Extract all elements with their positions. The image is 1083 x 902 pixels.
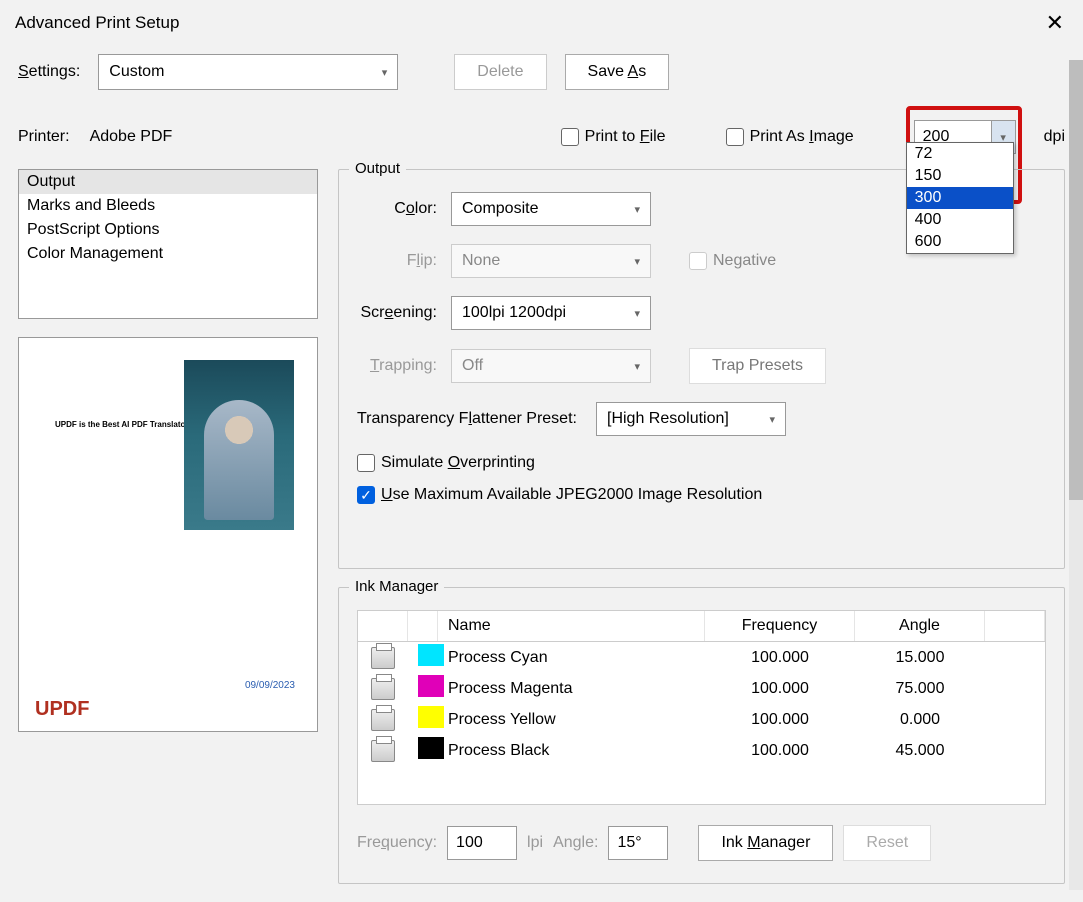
dpi-option-400[interactable]: 400 (907, 209, 1013, 231)
ink-frequency: 100.000 (705, 709, 855, 731)
ink-name: Process Black (438, 740, 705, 762)
category-output[interactable]: Output (19, 170, 317, 194)
negative-checkbox: Negative (689, 252, 776, 270)
ink-table[interactable]: Name Frequency Angle Process Cyan100.000… (357, 610, 1046, 805)
screening-select[interactable]: 100lpi 1200dpi▾ (451, 296, 651, 330)
ink-manager-fieldset: Ink Manager Name Frequency Angle Process… (338, 587, 1065, 884)
ink-manager-button[interactable]: Ink Manager (698, 825, 833, 861)
ink-header-angle: Angle (855, 611, 985, 641)
simulate-overprint-checkbox[interactable]: Simulate Overprinting (357, 454, 535, 472)
dpi-dropdown-list[interactable]: 72 150 300 400 600 (906, 142, 1014, 254)
chevron-down-icon: ▾ (634, 307, 640, 320)
category-color-mgmt[interactable]: Color Management (19, 242, 317, 266)
preview-logo: UPDF (35, 698, 89, 721)
print-to-file-checkbox[interactable]: Print to File (561, 128, 666, 146)
ink-row[interactable]: Process Black100.00045.000 (358, 735, 1045, 766)
printer-value: Adobe PDF (90, 128, 173, 146)
ink-name: Process Yellow (438, 709, 705, 731)
window-title: Advanced Print Setup (15, 13, 179, 33)
category-marks-bleeds[interactable]: Marks and Bleeds (19, 194, 317, 218)
frequency-input[interactable] (447, 826, 517, 860)
output-legend: Output (349, 160, 406, 177)
preview-caption: UPDF is the Best AI PDF Translator (55, 420, 189, 429)
chevron-down-icon: ▾ (634, 203, 640, 216)
dpi-option-600[interactable]: 600 (907, 231, 1013, 253)
ink-header-name: Name (438, 611, 705, 641)
delete-button[interactable]: Delete (454, 54, 546, 90)
dpi-option-150[interactable]: 150 (907, 165, 1013, 187)
scrollbar[interactable] (1069, 60, 1083, 890)
scrollbar-thumb[interactable] (1069, 60, 1083, 500)
ink-name: Process Cyan (438, 647, 705, 669)
ink-manager-legend: Ink Manager (349, 578, 444, 595)
angle-label: Angle: (553, 834, 598, 852)
ink-row[interactable]: Process Cyan100.00015.000 (358, 642, 1045, 673)
dpi-option-72[interactable]: 72 (907, 143, 1013, 165)
ink-name: Process Magenta (438, 678, 705, 700)
printer-icon (371, 647, 395, 669)
printer-icon (371, 740, 395, 762)
chevron-down-icon: ▾ (769, 413, 775, 426)
angle-input[interactable] (608, 826, 668, 860)
printer-label: Printer: (18, 128, 70, 146)
page-preview: UPDF is the Best AI PDF Translator 09/09… (18, 337, 318, 732)
settings-select[interactable]: Custom ▾ (98, 54, 398, 90)
settings-label: Settings: (18, 63, 80, 81)
trap-presets-button[interactable]: Trap Presets (689, 348, 826, 384)
ink-angle: 15.000 (855, 647, 985, 669)
dpi-unit: dpi (1044, 128, 1065, 146)
use-max-jpeg-checkbox[interactable]: ✓Use Maximum Available JPEG2000 Image Re… (357, 486, 762, 504)
ink-frequency: 100.000 (705, 740, 855, 762)
ink-angle: 0.000 (855, 709, 985, 731)
chevron-down-icon: ▾ (382, 66, 388, 79)
ink-angle: 75.000 (855, 678, 985, 700)
category-list[interactable]: Output Marks and Bleeds PostScript Optio… (18, 169, 318, 319)
color-select[interactable]: Composite▾ (451, 192, 651, 226)
ink-header-frequency: Frequency (705, 611, 855, 641)
dpi-option-300[interactable]: 300 (907, 187, 1013, 209)
flip-select: None▾ (451, 244, 651, 278)
preview-photo (184, 360, 294, 530)
ink-row[interactable]: Process Yellow100.0000.000 (358, 704, 1045, 735)
chevron-down-icon: ▾ (634, 255, 640, 268)
ink-angle: 45.000 (855, 740, 985, 762)
ink-row[interactable]: Process Magenta100.00075.000 (358, 673, 1045, 704)
save-as-button[interactable]: Save As (565, 54, 670, 90)
ink-frequency: 100.000 (705, 647, 855, 669)
trapping-select: Off▾ (451, 349, 651, 383)
lpi-unit: lpi (527, 834, 543, 852)
print-as-image-checkbox[interactable]: Print As Image (726, 128, 854, 146)
chevron-down-icon: ▾ (634, 360, 640, 373)
close-icon[interactable]: ✕ (1042, 10, 1068, 36)
reset-button[interactable]: Reset (843, 825, 931, 861)
ink-frequency: 100.000 (705, 678, 855, 700)
preview-date: 09/09/2023 (245, 680, 295, 691)
transparency-select[interactable]: [High Resolution]▾ (596, 402, 786, 436)
printer-icon (371, 678, 395, 700)
category-postscript[interactable]: PostScript Options (19, 218, 317, 242)
frequency-label: Frequency: (357, 834, 437, 852)
printer-icon (371, 709, 395, 731)
